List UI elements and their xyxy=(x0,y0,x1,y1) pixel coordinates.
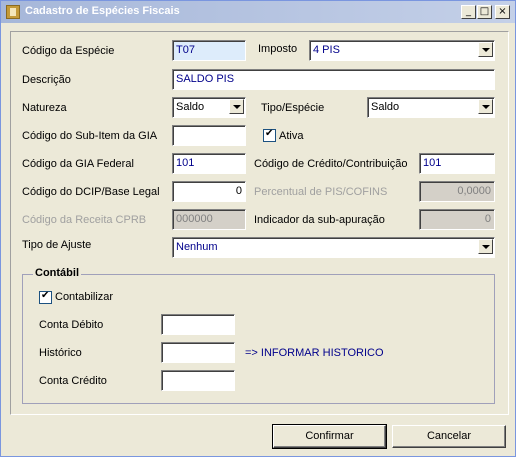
ativa-checkbox[interactable] xyxy=(263,128,276,142)
percentual-input: 0,0000 xyxy=(419,181,495,202)
maximize-button[interactable]: □ xyxy=(477,5,492,19)
subitem-gia-label: Código do Sub-Item da GIA xyxy=(22,130,158,142)
conta-debito-label: Conta Débito xyxy=(39,319,104,331)
subitem-gia-input[interactable] xyxy=(172,125,246,146)
contabilizar-label: Contabilizar xyxy=(55,291,114,303)
app-icon xyxy=(6,5,20,19)
chevron-down-icon[interactable] xyxy=(478,99,493,114)
descricao-label: Descrição xyxy=(22,74,71,86)
tipo-especie-select[interactable]: Saldo xyxy=(367,97,495,118)
conta-credito-input[interactable] xyxy=(161,370,235,391)
imposto-select-value: 4 PIS xyxy=(313,44,340,56)
imposto-label: Imposto xyxy=(258,43,298,55)
chevron-down-icon[interactable] xyxy=(229,99,244,114)
codigo-especie-label: Código da Espécie xyxy=(22,45,115,57)
natureza-label: Natureza xyxy=(22,102,67,114)
contabil-group-title: Contábil xyxy=(33,267,81,279)
window-title: Cadastro de Espécies Fiscais xyxy=(25,5,180,17)
tipo-especie-select-value: Saldo xyxy=(371,101,400,113)
chevron-down-icon[interactable] xyxy=(478,239,493,254)
dialog-window: Cadastro de Espécies Fiscais _ □ × Códig… xyxy=(0,0,516,457)
percentual-label: Percentual de PIS/COFINS xyxy=(254,186,388,198)
historico-input[interactable] xyxy=(161,342,235,363)
imposto-select[interactable]: 4 PIS xyxy=(309,40,495,61)
ativa-label: Ativa xyxy=(279,130,304,142)
historico-label: Histórico xyxy=(39,347,82,359)
credito-contribuicao-label: Código de Crédito/Contribuição xyxy=(254,158,408,170)
historico-hint: => INFORMAR HISTORICO xyxy=(245,347,384,359)
receita-cprb-label: Código da Receita CPRB xyxy=(22,214,147,226)
tipo-ajuste-label: Tipo de Ajuste xyxy=(22,239,92,251)
gia-federal-label: Código da GIA Federal xyxy=(22,158,134,170)
gia-federal-input[interactable]: 101 xyxy=(172,153,246,174)
descricao-input[interactable]: SALDO PIS xyxy=(172,69,495,90)
codigo-especie-input[interactable]: T07 xyxy=(172,40,246,61)
contabilizar-checkbox[interactable] xyxy=(39,290,52,304)
conta-credito-label: Conta Crédito xyxy=(39,375,107,387)
indicador-label: Indicador da sub-apuração xyxy=(254,214,385,226)
tipo-ajuste-select-value: Nenhum xyxy=(176,241,218,253)
tipo-ajuste-select[interactable]: Nenhum xyxy=(172,237,495,258)
dcip-input[interactable]: 0 xyxy=(172,181,246,202)
tipo-especie-label: Tipo/Espécie xyxy=(261,102,325,114)
receita-cprb-input: 000000 xyxy=(172,209,246,230)
cancelar-button[interactable]: Cancelar xyxy=(392,425,506,448)
conta-debito-input[interactable] xyxy=(161,314,235,335)
indicador-input: 0 xyxy=(419,209,495,230)
natureza-select[interactable]: Saldo xyxy=(172,97,246,118)
chevron-down-icon[interactable] xyxy=(478,42,493,57)
title-bar: Cadastro de Espécies Fiscais _ □ × xyxy=(1,1,515,23)
natureza-select-value: Saldo xyxy=(176,101,205,113)
close-button[interactable]: × xyxy=(495,5,510,19)
confirmar-button[interactable]: Confirmar xyxy=(272,424,387,449)
dcip-label: Código do DCIP/Base Legal xyxy=(22,186,160,198)
minimize-button[interactable]: _ xyxy=(461,5,476,19)
credito-contribuicao-input[interactable]: 101 xyxy=(419,153,495,174)
